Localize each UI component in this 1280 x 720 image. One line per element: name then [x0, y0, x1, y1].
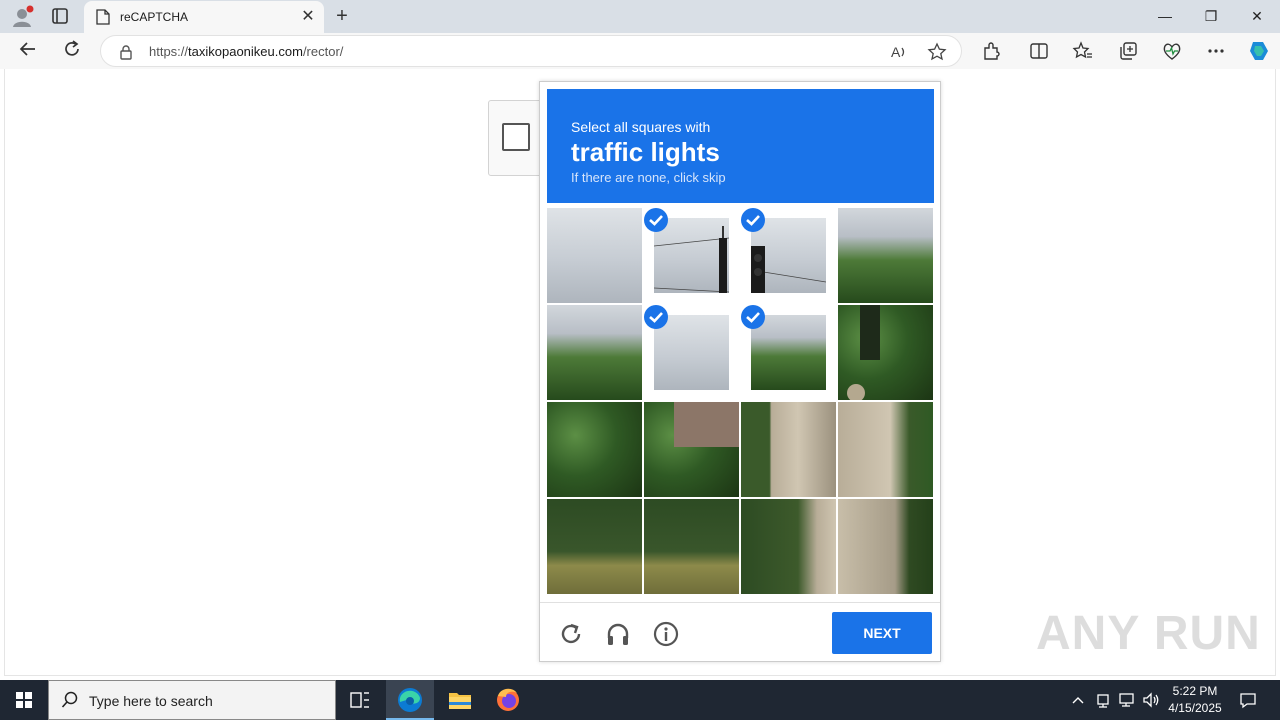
challenge-footer: NEXT	[540, 602, 940, 662]
captcha-tile[interactable]	[741, 305, 836, 400]
performance-icon[interactable]	[1161, 40, 1183, 62]
copilot-icon[interactable]	[1246, 38, 1272, 64]
reload-icon[interactable]	[558, 621, 584, 647]
task-view-icon[interactable]	[336, 680, 384, 720]
favorite-star-icon[interactable]	[927, 42, 947, 62]
checkmark-icon	[741, 208, 765, 232]
recaptcha-checkbox[interactable]	[502, 123, 530, 151]
tile-grid	[547, 208, 934, 595]
url-text: https://taxikopaonikeu.com/rector/	[149, 44, 344, 59]
clock-time: 5:22 PM	[1172, 684, 1218, 698]
windows-start-icon[interactable]	[0, 680, 48, 720]
taskbar: Type here to search 5:22 PM 4/15/2025	[0, 680, 1280, 720]
captcha-tile[interactable]	[644, 402, 739, 497]
search-icon	[61, 691, 79, 714]
checkmark-icon	[644, 208, 668, 232]
lock-icon[interactable]	[119, 44, 133, 65]
split-screen-icon[interactable]	[1028, 40, 1050, 62]
chevron-up-icon[interactable]	[1068, 690, 1088, 710]
captcha-tile[interactable]	[838, 305, 933, 400]
page-icon	[96, 9, 110, 30]
captcha-tile[interactable]	[838, 499, 933, 594]
minimize-button[interactable]: —	[1142, 0, 1188, 33]
watermark-logo: ANY RUN	[1036, 607, 1261, 660]
title-bar: reCAPTCHA ✕ + — ❐ ✕	[0, 0, 1280, 33]
network-icon[interactable]	[1093, 690, 1113, 710]
clock-date: 4/15/2025	[1168, 701, 1222, 715]
new-tab-button[interactable]: +	[330, 4, 354, 28]
info-icon[interactable]	[653, 621, 679, 647]
search-placeholder: Type here to search	[89, 693, 213, 709]
captcha-tile[interactable]	[741, 208, 836, 303]
captcha-tile[interactable]	[838, 208, 933, 303]
recaptcha-challenge: Select all squares with traffic lights I…	[539, 81, 941, 662]
challenge-header: Select all squares with traffic lights I…	[547, 89, 934, 203]
firefox-icon[interactable]	[484, 680, 532, 720]
close-window-button[interactable]: ✕	[1234, 0, 1280, 33]
captcha-tile[interactable]	[644, 499, 739, 594]
tab-title: reCAPTCHA	[120, 10, 189, 24]
maximize-button[interactable]: ❐	[1188, 0, 1234, 33]
refresh-icon[interactable]	[60, 39, 84, 63]
browser-toolbar: https://taxikopaonikeu.com/rector/ A	[0, 33, 1280, 69]
checkmark-icon	[644, 305, 668, 329]
instruction-object: traffic lights	[571, 137, 720, 167]
volume-icon[interactable]	[1141, 690, 1161, 710]
svg-text:A: A	[891, 44, 901, 60]
favorites-icon[interactable]	[1072, 40, 1094, 62]
file-explorer-icon[interactable]	[436, 680, 484, 720]
address-bar[interactable]: https://taxikopaonikeu.com/rector/ A	[100, 35, 962, 67]
profile-icon[interactable]	[10, 5, 34, 29]
collections-icon[interactable]	[1117, 40, 1139, 62]
browser-tab[interactable]: reCAPTCHA ✕	[84, 1, 324, 33]
instruction-subtext: If there are none, click skip	[571, 170, 726, 185]
extensions-icon[interactable]	[980, 40, 1002, 62]
more-icon[interactable]	[1205, 40, 1227, 62]
captcha-tile[interactable]	[741, 499, 836, 594]
taskbar-search[interactable]: Type here to search	[48, 680, 336, 720]
instruction-prefix: Select all squares with	[571, 119, 711, 135]
captcha-tile[interactable]	[838, 402, 933, 497]
captcha-tile[interactable]	[547, 208, 642, 303]
checkmark-icon	[741, 305, 765, 329]
tab-actions-icon[interactable]	[50, 6, 70, 31]
read-aloud-icon[interactable]: A	[889, 42, 909, 62]
close-tab-icon[interactable]: ✕	[298, 7, 318, 27]
audio-headphones-icon[interactable]	[605, 621, 631, 647]
captcha-tile[interactable]	[644, 305, 739, 400]
system-clock[interactable]: 5:22 PM 4/15/2025	[1160, 683, 1230, 717]
next-button[interactable]: NEXT	[832, 612, 932, 654]
edge-icon[interactable]	[386, 680, 434, 720]
captcha-tile[interactable]	[547, 402, 642, 497]
captcha-tile[interactable]	[547, 499, 642, 594]
captcha-tile[interactable]	[741, 402, 836, 497]
display-icon[interactable]	[1117, 690, 1137, 710]
back-icon[interactable]	[16, 39, 40, 63]
captcha-tile[interactable]	[547, 305, 642, 400]
captcha-tile[interactable]	[644, 208, 739, 303]
notification-icon[interactable]	[1238, 690, 1258, 710]
